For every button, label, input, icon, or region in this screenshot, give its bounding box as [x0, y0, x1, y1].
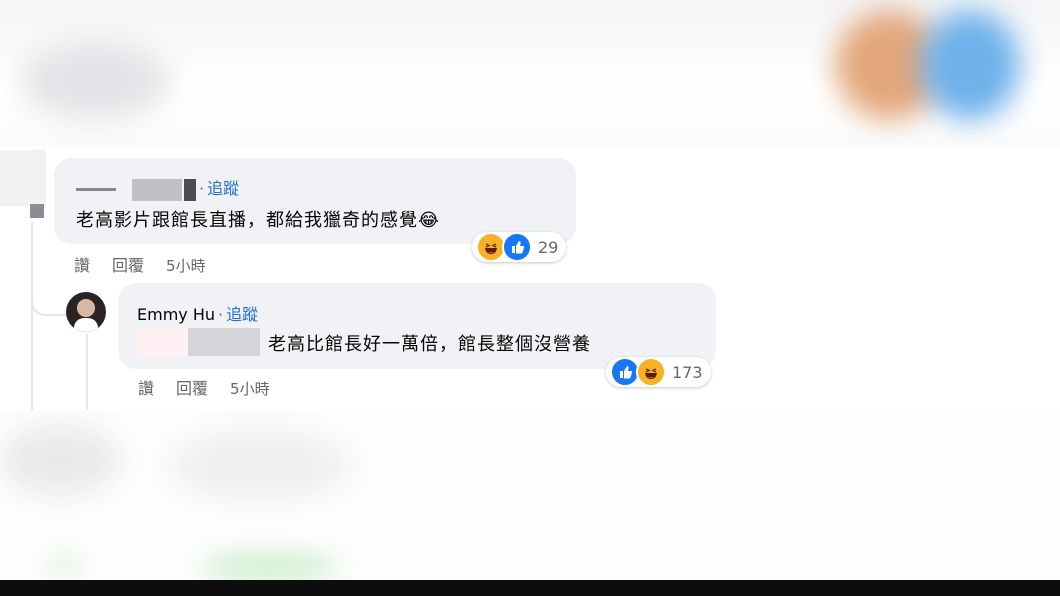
reply-author-row: Emmy Hu · 追蹤 [137, 305, 259, 324]
redacted-author-name-block [132, 178, 182, 201]
reaction-count: 173 [672, 362, 703, 382]
haha-icon [636, 357, 666, 387]
reply-thread-line [86, 334, 88, 410]
timestamp[interactable]: 5小時 [166, 257, 206, 275]
reaction-summary[interactable]: 173 [606, 357, 711, 387]
thread-line [31, 222, 33, 410]
follow-link[interactable]: 追蹤 [226, 305, 258, 324]
reaction-count: 29 [538, 237, 559, 257]
follow-link[interactable]: 追蹤 [207, 179, 239, 198]
avatar[interactable] [66, 292, 106, 332]
comment-actions: 讚 回覆 5小時 [74, 252, 228, 276]
like-button[interactable]: 讚 [74, 256, 90, 275]
redacted-mention-block [188, 328, 260, 356]
author-name[interactable]: Emmy Hu [137, 305, 215, 324]
blurred-header-region [0, 0, 1060, 146]
redacted-author-name [76, 188, 116, 191]
timestamp[interactable]: 5小時 [230, 380, 270, 398]
reply-button[interactable]: 回覆 [112, 256, 144, 275]
reaction-summary[interactable]: 29 [472, 232, 567, 262]
reply-text: 老高比館長好一萬倍，館長整個沒營養 [268, 334, 591, 355]
reply-button[interactable]: 回覆 [176, 379, 208, 398]
reply-actions: 讚 回覆 5小時 [138, 375, 292, 399]
like-button[interactable]: 讚 [138, 379, 154, 398]
like-icon [502, 232, 532, 262]
thread-connector [31, 278, 67, 316]
comment-author-row: · 追蹤 [76, 175, 239, 201]
redacted-avatar [30, 204, 44, 218]
blurred-avatar-placeholder [0, 150, 46, 206]
bottom-black-bar [0, 580, 1060, 596]
comment-text: 老高影片跟館長直播，都給我獵奇的感覺😂 [76, 210, 441, 231]
blurred-footer-region [0, 410, 1060, 580]
